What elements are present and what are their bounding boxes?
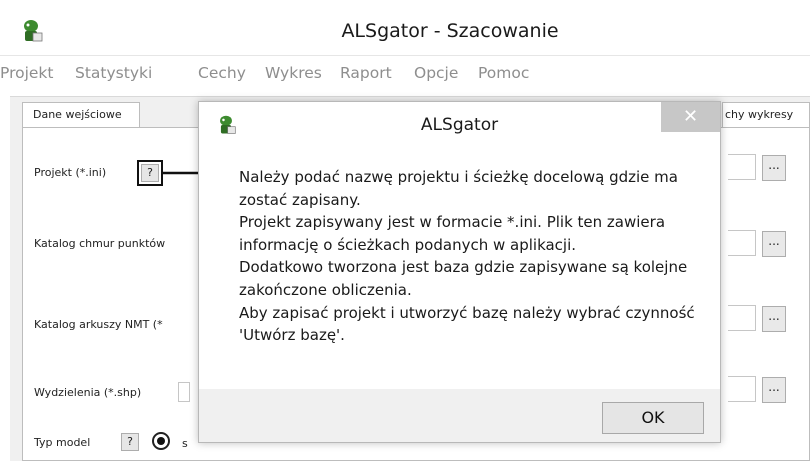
window-title: ALSgator - Szacowanie xyxy=(341,20,559,42)
radio-label: s xyxy=(182,437,188,450)
model-type-radio[interactable] xyxy=(152,432,170,450)
menu-pomoc[interactable]: Pomoc xyxy=(478,64,529,82)
info-dialog: ALSgator ✕ Należy podać nazwę projektu i… xyxy=(198,101,721,443)
point-cloud-browse-button[interactable]: ... xyxy=(762,231,786,257)
tab-dane-wejsciowe[interactable]: Dane wejściowe xyxy=(22,102,140,128)
title-bar: ALSgator - Szacowanie xyxy=(0,0,810,56)
highlight-box xyxy=(137,160,163,186)
dtm-path-input[interactable] xyxy=(728,305,756,331)
menu-projekt[interactable]: Projekt xyxy=(0,64,54,82)
regions-browse-button[interactable]: ... xyxy=(762,377,786,403)
dialog-body: Należy podać nazwę projektu i ścieżkę do… xyxy=(199,146,720,389)
menu-cechy[interactable]: Cechy xyxy=(198,64,246,82)
dtm-label: Katalog arkuszy NMT (* xyxy=(34,318,163,331)
model-type-label: Typ model xyxy=(34,436,91,449)
menu-raport[interactable]: Raport xyxy=(340,64,392,82)
point-cloud-path-input[interactable] xyxy=(728,230,756,256)
menu-wykres[interactable]: Wykres xyxy=(265,64,322,82)
menu-opcje[interactable]: Opcje xyxy=(414,64,458,82)
project-browse-button[interactable]: ... xyxy=(762,155,786,181)
dialog-message: Należy podać nazwę projektu i ścieżkę do… xyxy=(239,168,695,345)
dialog-title-bar: ALSgator ✕ xyxy=(199,102,720,146)
project-path-input[interactable] xyxy=(728,154,756,180)
regions-path-input[interactable] xyxy=(728,376,756,402)
dialog-title: ALSgator xyxy=(420,115,499,135)
dtm-browse-button[interactable]: ... xyxy=(762,306,786,332)
project-label: Projekt (*.ini) xyxy=(34,166,107,179)
menu-statystyki[interactable]: Statystyki xyxy=(75,64,152,82)
tab-wykresy[interactable]: chy wykresy xyxy=(722,102,810,128)
regions-label: Wydzielenia (*.shp) xyxy=(34,386,142,399)
menu-bar: Projekt Statystyki Cechy Wykres Raport O… xyxy=(0,56,810,92)
regions-help-button[interactable] xyxy=(178,382,190,402)
point-cloud-label: Katalog chmur punktów xyxy=(34,237,166,250)
model-type-help-button[interactable]: ? xyxy=(121,433,139,451)
close-button[interactable]: ✕ xyxy=(661,102,720,132)
ok-button[interactable]: OK xyxy=(602,402,704,434)
